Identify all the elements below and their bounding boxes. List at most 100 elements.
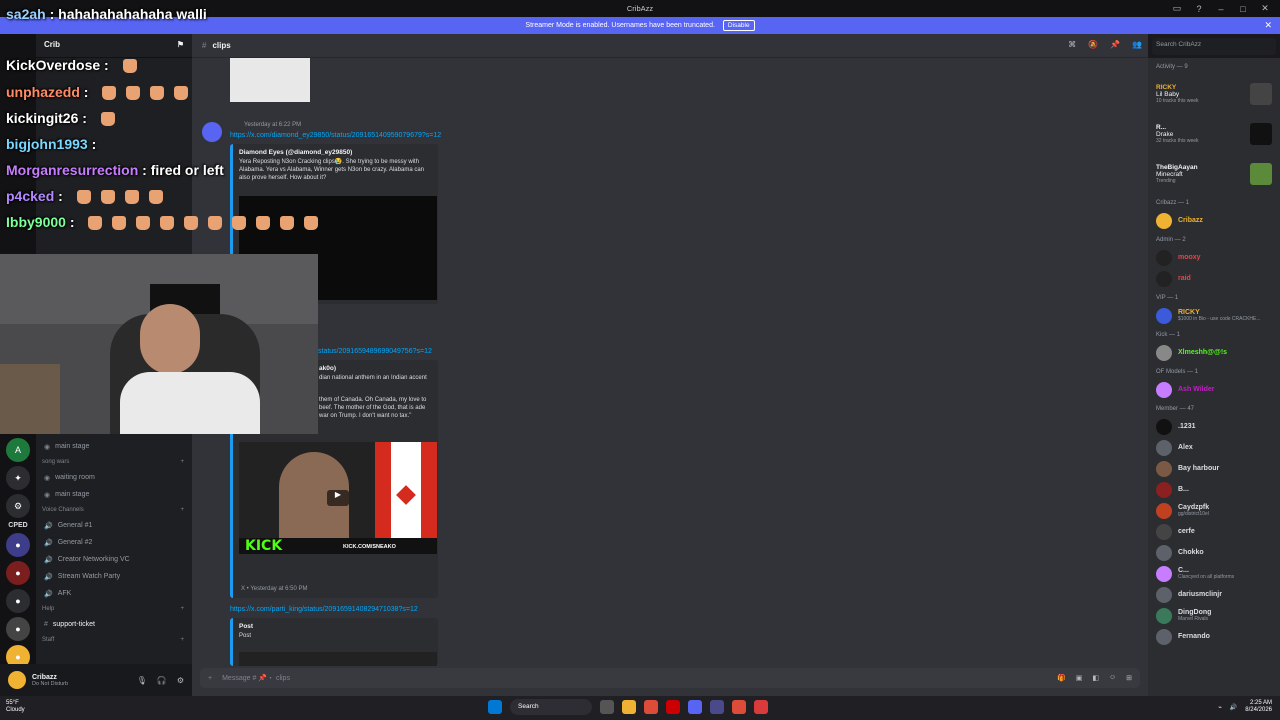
speaker-icon: 🔊: [44, 539, 53, 547]
avatar: [1156, 544, 1172, 561]
member-row[interactable]: Ash Wilder: [1148, 379, 1280, 400]
member-row[interactable]: .1231: [1148, 416, 1280, 437]
settings-gear-icon[interactable]: ⚙: [177, 676, 184, 685]
chrome-icon-2[interactable]: [732, 700, 746, 714]
file-explorer-icon[interactable]: [622, 700, 636, 714]
server-icon-4[interactable]: ●: [6, 617, 30, 641]
maximize-icon[interactable]: □: [1232, 4, 1254, 14]
start-icon[interactable]: [488, 700, 502, 714]
kick-logo: KICK: [245, 538, 283, 554]
member-row[interactable]: C... Clancyed on all platforms: [1148, 563, 1280, 584]
member-row[interactable]: Xlmeshh@@!s: [1148, 342, 1280, 363]
embed-image[interactable]: [239, 652, 437, 666]
activity-item[interactable]: R... Drake 32 tracks this week: [1148, 114, 1280, 154]
member-row[interactable]: Alex: [1148, 437, 1280, 458]
server-icon-2[interactable]: ●: [6, 561, 30, 585]
category-voice[interactable]: Voice Channels +: [36, 503, 192, 517]
threads-icon[interactable]: ⌘: [1068, 40, 1076, 49]
activity-sub: Trending: [1156, 178, 1176, 184]
add-channel-icon[interactable]: +: [180, 459, 184, 465]
close-banner-icon[interactable]: ✕: [1264, 20, 1272, 31]
voice-general-2[interactable]: 🔊 General #2: [36, 534, 192, 551]
minimize-icon[interactable]: –: [1210, 4, 1232, 14]
member-row[interactable]: RICKY $1000 in Bio - use code CRACKHE...: [1148, 305, 1280, 326]
member-row[interactable]: Bay harbour: [1148, 458, 1280, 479]
server-icon-3[interactable]: ●: [6, 589, 30, 613]
pin-icon[interactable]: 📌: [1110, 40, 1120, 49]
member-row[interactable]: Caydzpfk gg/district10el: [1148, 500, 1280, 521]
members-icon[interactable]: 👥: [1132, 40, 1142, 49]
member-row[interactable]: Cribazz: [1148, 210, 1280, 231]
member-row[interactable]: dariusmclinjr: [1148, 584, 1280, 605]
channel-main-stage[interactable]: ◉ main stage: [36, 438, 192, 455]
server-icon-1[interactable]: ●: [6, 533, 30, 557]
disable-button[interactable]: Disable: [722, 20, 755, 31]
add-attachment-icon[interactable]: +: [208, 675, 212, 682]
microphone-icon[interactable]: 🎙: [137, 676, 147, 685]
weather-widget[interactable]: 55°F Cloudy: [6, 700, 25, 714]
member-row[interactable]: B...: [1148, 479, 1280, 500]
member-row[interactable]: cerfe: [1148, 521, 1280, 542]
discord-icon[interactable]: [688, 700, 702, 714]
taskbar-search[interactable]: Search: [510, 699, 592, 715]
clock[interactable]: 2:25 AM 8/24/2026: [1245, 700, 1272, 714]
add-channel-icon[interactable]: +: [180, 637, 184, 643]
gift-icon[interactable]: 🎁: [1057, 674, 1066, 682]
app-icon-3[interactable]: [754, 700, 768, 714]
sticker-icon[interactable]: ◧: [1092, 674, 1099, 682]
server-icon-wolf[interactable]: ✦: [6, 466, 30, 490]
inbox-icon[interactable]: ▭: [1166, 3, 1188, 14]
chrome-icon[interactable]: [644, 700, 658, 714]
message-input[interactable]: Message # 📌・ clips: [222, 673, 290, 683]
member-name: Bay harbour: [1178, 465, 1220, 472]
app-icon[interactable]: [666, 700, 680, 714]
member-row[interactable]: DingDong Marvel Rivals: [1148, 605, 1280, 626]
activity-item[interactable]: RICKY Lil Baby 10 tracks this week: [1148, 74, 1280, 114]
member-row[interactable]: Chokko: [1148, 542, 1280, 563]
channel-main-stage-2[interactable]: ◉ main stage: [36, 486, 192, 503]
help-icon[interactable]: ?: [1188, 4, 1210, 14]
mute-bell-icon[interactable]: 🔕: [1088, 40, 1098, 49]
channel-label: main stage: [55, 491, 90, 498]
network-icon[interactable]: ⌁: [1218, 704, 1222, 711]
category-help[interactable]: Help +: [36, 602, 192, 616]
voice-stream-watch-party[interactable]: 🔊 Stream Watch Party: [36, 568, 192, 585]
avatar: [1156, 628, 1172, 645]
server-icon-a[interactable]: A: [6, 438, 30, 462]
member-row[interactable]: Fernando: [1148, 626, 1280, 647]
message-composer[interactable]: + Message # 📌・ clips 🎁 ▣ ◧ ☺ ⊞: [200, 668, 1140, 688]
gif-icon[interactable]: ▣: [1076, 674, 1083, 682]
avatar[interactable]: [8, 671, 26, 689]
chat-username: kickingit26: [6, 110, 79, 126]
message-link[interactable]: status/2091659489699049756?s=12: [318, 348, 432, 355]
add-channel-icon[interactable]: +: [180, 507, 184, 513]
activity-item[interactable]: TheBigAayan Minecraft Trending: [1148, 154, 1280, 194]
search-input[interactable]: Search CribAzz: [1152, 38, 1276, 55]
channel-waiting-room[interactable]: ◉ waiting room: [36, 469, 192, 486]
task-view-icon[interactable]: [600, 700, 614, 714]
clock-time: 2:25 AM: [1249, 700, 1272, 706]
category-song-wars[interactable]: song wars +: [36, 455, 192, 469]
video-thumbnail[interactable]: ▶ KICK KICK.COM/SNEAKO: [239, 442, 437, 554]
volume-icon[interactable]: 🔊: [1230, 704, 1237, 711]
voice-afk[interactable]: 🔊 AFK: [36, 585, 192, 602]
member-row[interactable]: mooxy: [1148, 247, 1280, 268]
emoji-icon[interactable]: ☺: [1109, 674, 1116, 682]
category-staff[interactable]: Staff +: [36, 633, 192, 647]
member-row[interactable]: raid: [1148, 268, 1280, 289]
server-icon-gear[interactable]: ⚙: [6, 494, 30, 518]
channel-support-ticket[interactable]: # support-ticket: [36, 616, 192, 633]
streamer-face: [140, 304, 200, 374]
voice-general-1[interactable]: 🔊 General #1: [36, 517, 192, 534]
avatar: [1156, 212, 1172, 229]
member-name: Fernando: [1178, 633, 1210, 640]
voice-creator-networking[interactable]: 🔊 Creator Networking VC: [36, 551, 192, 568]
headphones-icon[interactable]: 🎧: [157, 676, 167, 685]
apps-icon[interactable]: ⊞: [1126, 674, 1132, 682]
app-icon-2[interactable]: [710, 700, 724, 714]
play-icon[interactable]: ▶: [327, 490, 349, 506]
emote-icon: [122, 59, 137, 74]
message-link[interactable]: https://x.com/parti_king/status/20916591…: [230, 606, 418, 613]
close-window-icon[interactable]: ✕: [1254, 3, 1276, 14]
add-channel-icon[interactable]: +: [180, 606, 184, 612]
